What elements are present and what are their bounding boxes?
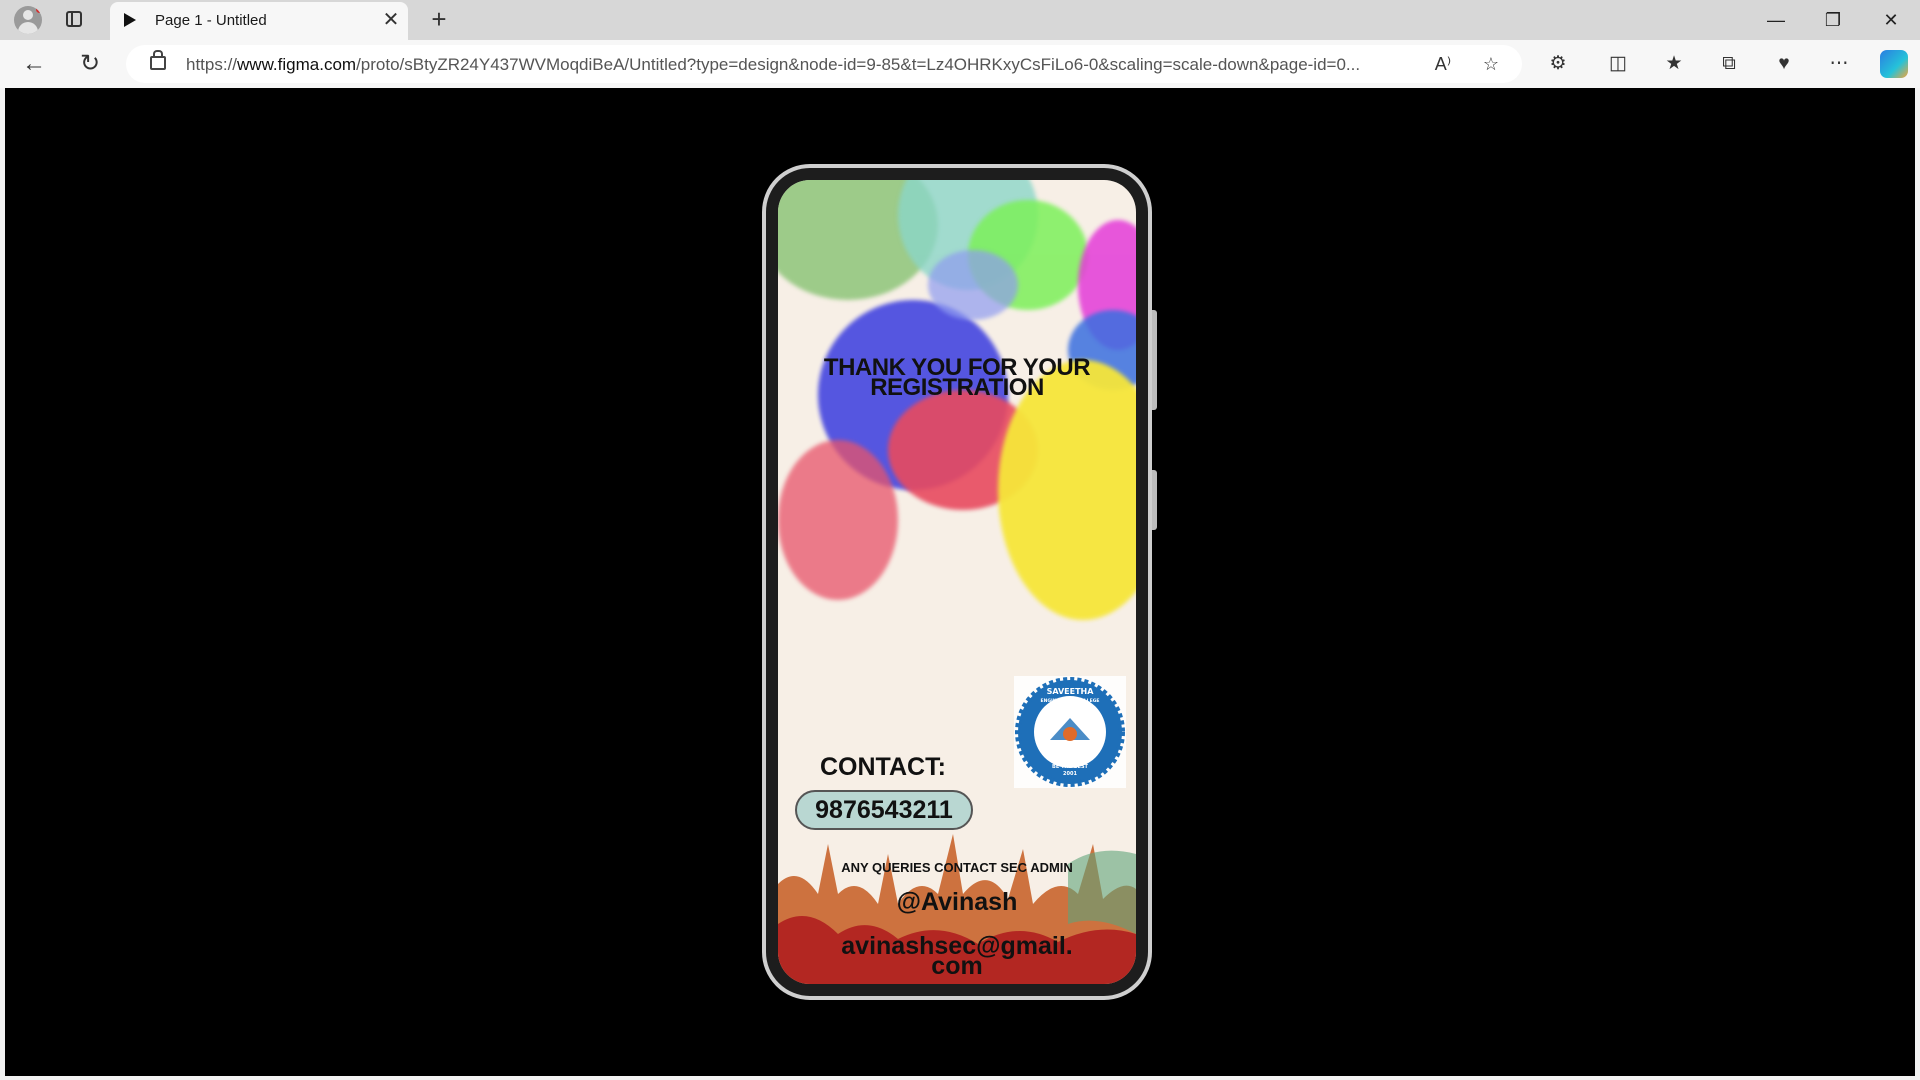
more-icon[interactable]: ⋯ <box>1823 48 1855 80</box>
notification-dot <box>36 6 42 13</box>
collections-icon[interactable]: ⧉ <box>1713 48 1745 80</box>
avatar-shoulders <box>18 22 38 34</box>
phone-screen: THANK YOU FOR YOUR REGISTRATION SAVEETHA… <box>778 180 1136 984</box>
tab-actions-icon[interactable] <box>66 11 82 27</box>
new-tab-icon[interactable]: + <box>424 5 454 35</box>
admin-email: avinashsec@gmail. com <box>778 934 1136 980</box>
copilot-icon[interactable] <box>1880 50 1908 78</box>
logo-name: SAVEETHA <box>1047 687 1095 696</box>
favorite-star-icon[interactable]: ☆ <box>1478 51 1504 77</box>
minimize-icon[interactable]: — <box>1754 6 1798 34</box>
paint-splash-lavender <box>928 250 1018 320</box>
split-screen-icon[interactable]: ◫ <box>1602 48 1634 80</box>
read-aloud-icon[interactable]: A⁾ <box>1430 51 1456 77</box>
restore-icon[interactable]: ❐ <box>1811 6 1855 34</box>
contact-label: CONTACT: <box>820 753 946 781</box>
refresh-icon[interactable]: ↻ <box>74 48 106 80</box>
browser-toolbar: ← ↻ https://www.figma.com/proto/sBtyZR24… <box>0 40 1920 88</box>
back-icon[interactable]: ← <box>18 48 50 80</box>
logo-subtitle: ENGINEERING COLLEGE <box>1041 698 1100 704</box>
browser-essentials-icon[interactable]: ♥ <box>1768 48 1800 80</box>
logo-year: 2001 <box>1063 771 1077 777</box>
lock-icon[interactable] <box>150 50 166 70</box>
profile-avatar-icon[interactable] <box>14 6 42 34</box>
phone-number-pill[interactable]: 9876543211 <box>795 790 973 830</box>
url-text[interactable]: https://www.figma.com/proto/sBtyZR24Y437… <box>186 55 1416 75</box>
avatar-head <box>23 10 33 20</box>
thank-you-heading: THANK YOU FOR YOUR REGISTRATION <box>778 356 1136 401</box>
heading-line-2: REGISTRATION <box>870 374 1044 401</box>
tab-strip: Page 1 - Untitled ✕ + — ❐ ✕ <box>0 0 1920 40</box>
logo-motto: BE THE BEST <box>1052 764 1089 770</box>
tab-close-icon[interactable]: ✕ <box>380 9 402 31</box>
favorites-icon[interactable]: ★ <box>1658 48 1690 80</box>
tab-active[interactable]: Page 1 - Untitled ✕ <box>110 2 408 40</box>
admin-handle: @Avinash <box>896 888 1018 916</box>
tab-title: Page 1 - Untitled <box>155 12 267 29</box>
address-bar[interactable]: https://www.figma.com/proto/sBtyZR24Y437… <box>126 45 1522 83</box>
play-favicon-icon <box>124 13 136 27</box>
window-close-icon[interactable]: ✕ <box>1869 6 1913 34</box>
queries-text: ANY QUERIES CONTACT SEC ADMIN <box>841 860 1073 875</box>
saveetha-logo: SAVEETHA ENGINEERING COLLEGE BE THE BEST… <box>1014 676 1126 788</box>
phone-frame: THANK YOU FOR YOUR REGISTRATION SAVEETHA… <box>762 164 1152 1000</box>
extensions-icon[interactable]: ⚙ <box>1542 48 1574 80</box>
paint-splash-pink <box>778 440 898 600</box>
email-line-2: com <box>931 952 983 980</box>
